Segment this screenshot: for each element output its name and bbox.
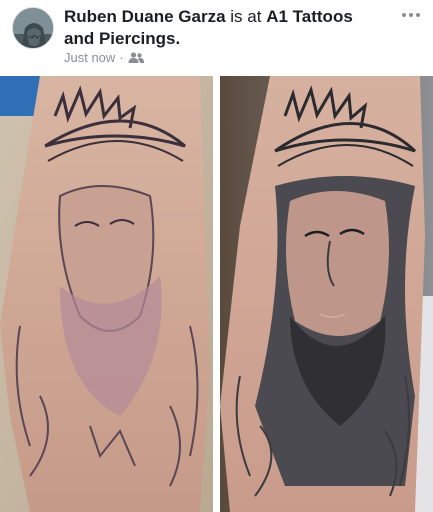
photo-strip [0, 76, 433, 512]
post-meta: Just now · [64, 50, 144, 65]
checkin-verb: is at [230, 7, 262, 26]
after-photo[interactable] [220, 76, 433, 512]
post-title: Ruben Duane Garza is at A1 Tattoos and P… [64, 6, 384, 50]
post-header: Ruben Duane Garza is at A1 Tattoos and P… [0, 0, 433, 74]
before-photo[interactable] [0, 76, 213, 512]
friends-icon[interactable] [128, 51, 144, 64]
author-name[interactable]: Ruben Duane Garza [64, 7, 226, 26]
meta-separator: · [119, 50, 124, 65]
more-dots-icon[interactable] [398, 6, 424, 24]
timestamp[interactable]: Just now [64, 50, 115, 65]
avatar[interactable] [12, 7, 54, 49]
